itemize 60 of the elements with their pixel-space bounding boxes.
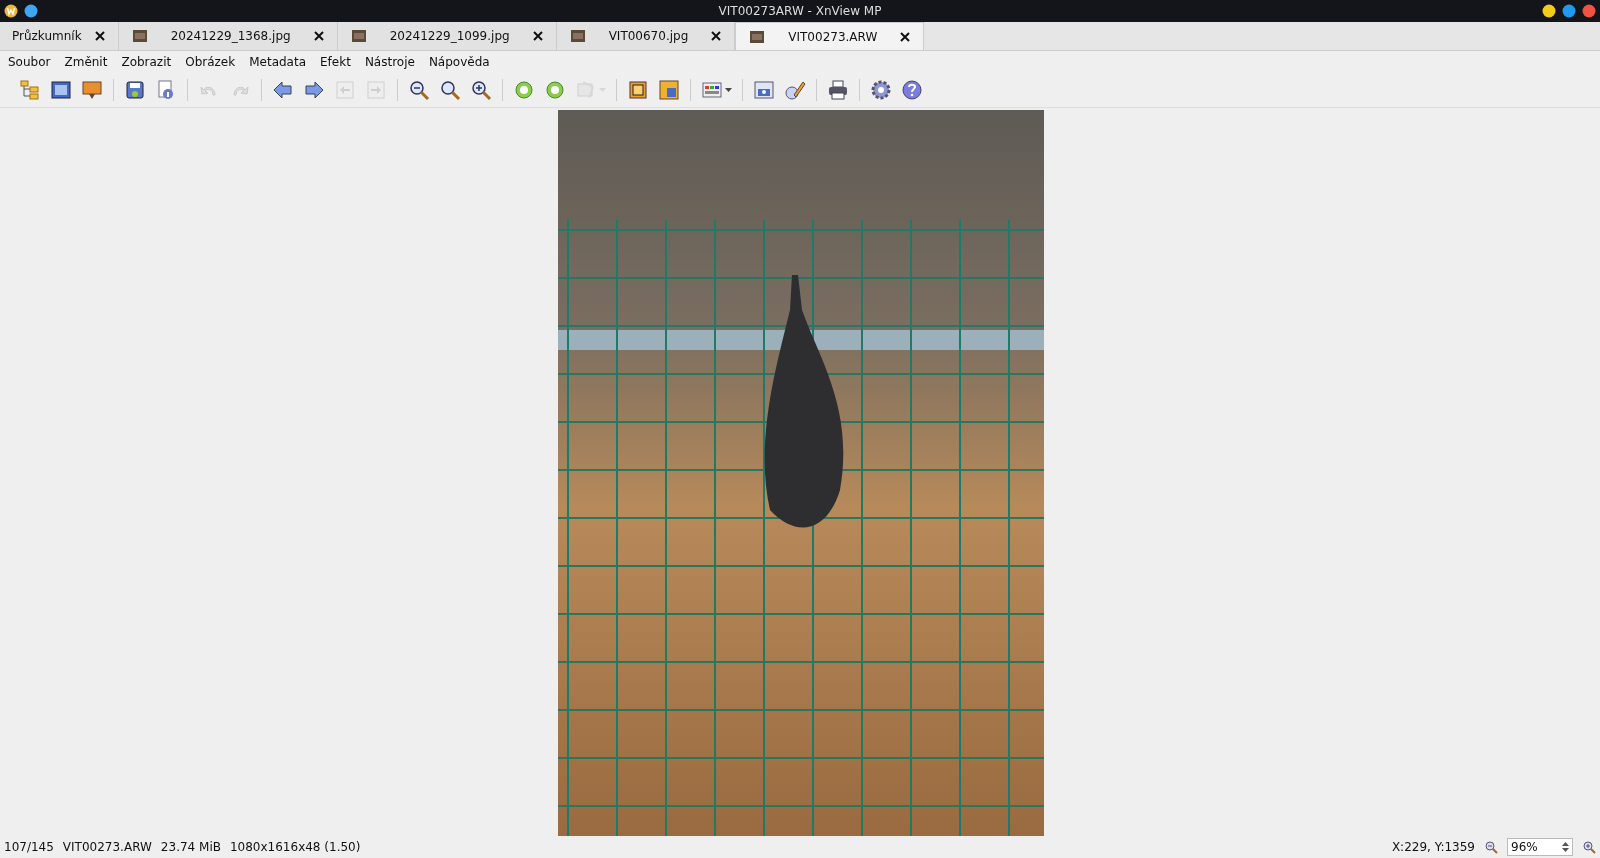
status-text: 107/145 — [4, 840, 54, 854]
tab[interactable]: 20241229_1099.jpg — [337, 22, 557, 50]
tab-label: VIT00670.jpg — [607, 29, 690, 43]
close-button[interactable] — [1582, 4, 1596, 18]
tab-label: VIT00273.ARW — [787, 29, 879, 44]
resize-icon — [658, 78, 680, 101]
menu-item[interactable]: Metadata — [249, 54, 307, 69]
spin-arrows-icon — [1562, 841, 1569, 853]
menu-item[interactable]: Obrázek — [185, 54, 236, 69]
maximize-button[interactable] — [1562, 4, 1576, 18]
close-tab-icon[interactable] — [312, 30, 325, 42]
window-title: VIT00273ARW - XnView MP — [717, 4, 883, 18]
thumbnail-icon — [568, 29, 587, 43]
zoom-in-icon — [470, 78, 492, 101]
camera-icon — [753, 78, 775, 101]
menu-item[interactable]: Nápověda — [428, 54, 490, 69]
caret-icon — [725, 87, 732, 92]
tab-label: 20241229_1368.jpg — [169, 29, 292, 43]
help-icon — [901, 78, 923, 101]
page-right-icon — [365, 78, 387, 101]
tab-label: 20241229_1099.jpg — [388, 29, 511, 43]
settings-icon — [870, 78, 892, 101]
zoom-out-icon[interactable] — [1484, 840, 1498, 854]
close-tab-icon[interactable] — [710, 30, 723, 42]
menu-item[interactable]: Nástroje — [364, 54, 415, 69]
page-left-icon — [334, 78, 356, 101]
zoom-spinbox[interactable]: 96% — [1507, 838, 1573, 856]
printer-icon — [827, 78, 849, 101]
zoom-actual-icon — [439, 78, 461, 101]
close-tab-icon[interactable] — [531, 30, 544, 42]
crop-icon — [627, 78, 649, 101]
fullscreen-icon — [50, 78, 72, 101]
circle-icon[interactable] — [24, 4, 38, 18]
menu-item[interactable]: Efekt — [320, 54, 351, 69]
thumbnail-icon — [130, 29, 149, 43]
status-text: 1080x1616x48 (1.50) — [229, 840, 361, 854]
menu-item[interactable]: Zobrazit — [121, 54, 172, 69]
thumbnail-icon — [748, 29, 767, 44]
save-icon — [124, 78, 146, 101]
transform-icon — [575, 78, 597, 101]
status-text: 23.74 MiB — [160, 840, 221, 854]
app-logo-icon — [4, 4, 18, 18]
tab[interactable]: VIT00273.ARW — [735, 22, 925, 50]
tab[interactable]: Průzkumník — [0, 22, 119, 50]
tab[interactable]: VIT00670.jpg — [556, 22, 736, 50]
tab-label: Průzkumník — [12, 29, 82, 43]
minimize-button[interactable] — [1542, 4, 1556, 18]
status-text: VIT00273.ARW — [62, 840, 152, 854]
zoom-in-icon[interactable] — [1582, 840, 1596, 854]
menu-item[interactable]: Změnit — [64, 54, 108, 69]
slideshow-icon — [81, 78, 103, 101]
folder-tree-icon — [19, 78, 41, 101]
menu-item[interactable]: Soubor — [8, 54, 51, 69]
close-tab-icon[interactable] — [93, 30, 106, 42]
zoom-out-icon — [408, 78, 430, 101]
tab[interactable]: 20241229_1368.jpg — [118, 22, 338, 50]
close-tab-icon[interactable] — [899, 30, 912, 43]
cursor-coordinates: X:229, Y:1359 — [1391, 840, 1475, 854]
caret-icon — [599, 87, 606, 92]
thumbnail-icon — [349, 29, 368, 43]
